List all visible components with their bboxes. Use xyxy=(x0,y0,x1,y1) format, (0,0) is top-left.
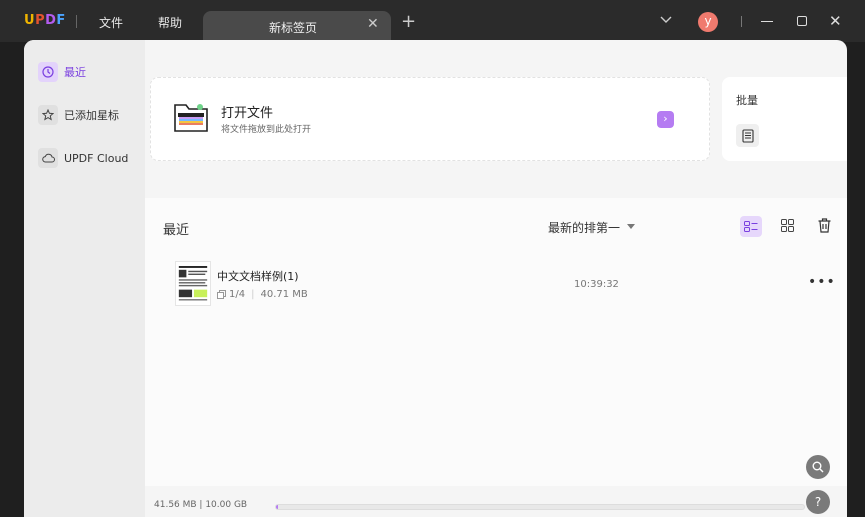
open-file-arrow-button[interactable]: › xyxy=(657,111,674,128)
sidebar-item-recent[interactable]: 最近 xyxy=(38,61,86,83)
clock-icon xyxy=(38,62,58,82)
file-time: 10:39:32 xyxy=(574,279,619,290)
avatar[interactable]: y xyxy=(698,12,718,32)
close-icon[interactable]: ✕ xyxy=(829,12,842,30)
title-separator xyxy=(76,15,77,28)
maximize-icon[interactable] xyxy=(797,16,807,26)
sidebar-item-label: UPDF Cloud xyxy=(64,151,129,165)
sidebar: 最近 已添加星标 UPDF Cloud xyxy=(24,40,145,517)
sidebar-item-starred[interactable]: 已添加星标 xyxy=(38,104,119,126)
tab-new[interactable]: 新标签页 ✕ xyxy=(203,11,391,42)
storage-footer: 41.56 MB | 10.00 GB xyxy=(145,486,847,517)
caret-down-icon[interactable] xyxy=(627,224,635,229)
sidebar-item-label: 已添加星标 xyxy=(64,109,119,122)
meta-separator: | xyxy=(251,289,255,300)
list-view-button[interactable] xyxy=(740,216,762,237)
recent-files-panel: 最近 最新的排第一 中文文档样例(1) 1/4 | 40.71 MB 10:39… xyxy=(145,198,847,486)
file-thumbnail xyxy=(175,261,211,306)
file-name: 中文文档样例(1) xyxy=(217,270,299,283)
batch-title: 批量 xyxy=(736,94,758,107)
star-icon xyxy=(38,105,58,125)
list-view-icon xyxy=(744,221,758,232)
folder-icon xyxy=(174,104,208,132)
tab-label: 新标签页 xyxy=(269,21,318,35)
sort-dropdown[interactable]: 最新的排第一 xyxy=(548,219,620,236)
chevron-down-icon[interactable] xyxy=(660,16,672,24)
title-bar: UPDF 文件 帮助 新标签页 ✕ + y ✕ xyxy=(0,0,865,42)
search-icon xyxy=(812,461,824,473)
sidebar-item-cloud[interactable]: UPDF Cloud xyxy=(38,147,128,169)
file-pages: 1/4 xyxy=(229,289,246,300)
batch-document-icon[interactable] xyxy=(736,124,759,147)
question-icon: ? xyxy=(814,495,822,509)
app-logo: UPDF xyxy=(24,13,66,28)
storage-progress-fill xyxy=(276,505,279,509)
trash-icon[interactable] xyxy=(818,218,831,233)
open-file-subtitle: 将文件拖放到此处打开 xyxy=(221,125,312,135)
content-area: 打开文件 将文件拖放到此处打开 › 批量 最近 最新的排第一 中文文档样例(1)… xyxy=(145,40,847,517)
pages-icon xyxy=(217,290,226,299)
help-fab-button[interactable]: ? xyxy=(806,490,830,514)
table-row[interactable]: 中文文档样例(1) 1/4 | 40.71 MB 10:39:32 ••• xyxy=(175,261,835,307)
batch-card: 批量 xyxy=(722,77,847,161)
search-fab-button[interactable] xyxy=(806,455,830,479)
storage-progress-bar xyxy=(275,504,805,510)
open-file-dropzone[interactable]: 打开文件 将文件拖放到此处打开 › xyxy=(150,77,710,161)
storage-usage-text: 41.56 MB | 10.00 GB xyxy=(154,500,248,510)
tab-close-icon[interactable]: ✕ xyxy=(367,16,379,32)
add-tab-icon[interactable]: + xyxy=(401,13,416,31)
cloud-icon xyxy=(38,148,58,168)
main-window: 最近 已添加星标 UPDF Cloud 打开文件 将文件拖放到此处打开 › 批量… xyxy=(24,40,847,517)
minimize-icon[interactable] xyxy=(761,21,773,22)
title-separator-2 xyxy=(741,16,742,27)
file-meta: 1/4 | 40.71 MB xyxy=(217,289,308,300)
menu-file[interactable]: 文件 xyxy=(99,14,123,31)
grid-view-icon[interactable] xyxy=(781,219,794,232)
open-file-title: 打开文件 xyxy=(221,106,274,121)
file-size: 40.71 MB xyxy=(260,289,308,300)
more-options-icon[interactable]: ••• xyxy=(808,274,836,290)
menu-help[interactable]: 帮助 xyxy=(158,14,182,31)
recent-title: 最近 xyxy=(163,223,190,238)
sidebar-item-label: 最近 xyxy=(64,66,86,79)
